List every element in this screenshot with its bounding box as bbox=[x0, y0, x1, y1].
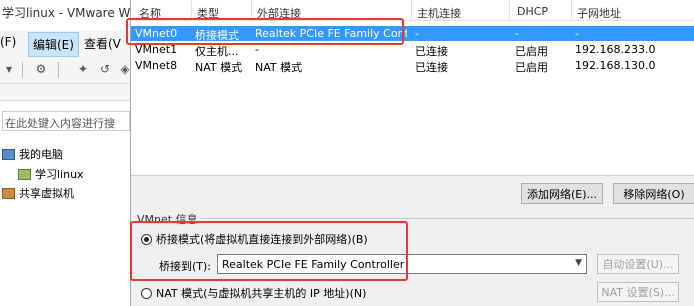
table-row[interactable]: VMnet0 桥接模式 Realtek PCIe FE Family Cont.… bbox=[131, 26, 694, 42]
table-row[interactable]: VMnet1 仅主机... - 已连接 已启用 192.168.233.0 bbox=[131, 42, 694, 58]
bridged-mode-label: 桥接模式(将虚拟机直接连接到外部网络)(B) bbox=[156, 233, 368, 246]
toolbar-separator bbox=[58, 62, 59, 78]
nat-settings-button[interactable]: NAT 设置(S)... bbox=[597, 282, 679, 302]
bridged-mode-radio[interactable]: 桥接模式(将虚拟机直接连接到外部网络)(B) bbox=[141, 231, 368, 247]
radio-indicator[interactable] bbox=[141, 287, 152, 299]
vm-settings-icon[interactable]: ⚙ bbox=[32, 60, 50, 78]
tree-label: 共享虚拟机 bbox=[19, 187, 74, 200]
column-header-host[interactable]: 主机连接 bbox=[417, 5, 461, 21]
vm-icon bbox=[18, 168, 31, 180]
toolbar-separator bbox=[22, 62, 23, 78]
nat-mode-label: NAT 模式(与虚拟机共享主机的 IP 地址)(N) bbox=[156, 287, 367, 300]
column-divider bbox=[191, 0, 192, 21]
auto-settings-button[interactable]: 自动设置(U)... bbox=[597, 254, 679, 274]
column-header-name[interactable]: 名称 bbox=[139, 5, 195, 21]
column-header-subnet[interactable]: 子网地址 bbox=[577, 5, 621, 21]
tree-label: 学习linux bbox=[35, 166, 84, 182]
cell-external: Realtek PCIe FE Family Cont... bbox=[255, 27, 407, 40]
bridge-adapter-value: Realtek PCIe FE Family Controller bbox=[222, 258, 405, 271]
table-header: 名称 类型 外部连接 主机连接 DHCP 子网地址 bbox=[131, 0, 694, 21]
dropdown-arrow-icon[interactable]: ▾ bbox=[0, 60, 18, 78]
tree-label: 我的电脑 bbox=[19, 148, 63, 161]
column-divider bbox=[251, 0, 252, 21]
remove-network-button[interactable]: 移除网络(O) bbox=[613, 183, 694, 204]
cell-host: 已连接 bbox=[415, 45, 448, 58]
cell-external: NAT 模式 bbox=[255, 61, 303, 74]
shared-vm-icon bbox=[2, 187, 15, 199]
cell-subnet: 192.168.233.0 bbox=[575, 43, 656, 56]
menu-view[interactable]: 查看(V bbox=[84, 35, 121, 52]
column-header-type[interactable]: 类型 bbox=[197, 5, 219, 21]
network-table[interactable]: 名称 类型 外部连接 主机连接 DHCP 子网地址 VMnet0 桥接模式 Re… bbox=[131, 0, 694, 176]
radio-indicator[interactable] bbox=[141, 233, 152, 245]
library-panel: 在此处键入内容进行搜 我的电脑 学习linux 共享虚拟机 bbox=[0, 100, 130, 306]
library-search-input[interactable]: 在此处键入内容进行搜 bbox=[2, 111, 130, 131]
cell-host: 已连接 bbox=[415, 61, 448, 74]
computer-icon bbox=[2, 148, 15, 160]
menu-edit[interactable]: 编辑(E) bbox=[28, 32, 79, 57]
column-header-dhcp[interactable]: DHCP bbox=[517, 5, 548, 18]
table-row[interactable]: VMnet8 NAT 模式 NAT 模式 已连接 已启用 192.168.130… bbox=[131, 58, 694, 74]
revert-snapshot-icon[interactable]: ↺ bbox=[96, 60, 114, 78]
column-divider bbox=[411, 0, 412, 21]
cell-dhcp: 已启用 bbox=[515, 45, 548, 58]
column-divider bbox=[509, 0, 510, 21]
cell-name: VMnet0 bbox=[135, 27, 178, 40]
menu-file[interactable]: (F) bbox=[0, 35, 16, 49]
nat-mode-radio[interactable]: NAT 模式(与虚拟机共享主机的 IP 地址)(N) bbox=[141, 285, 366, 301]
chevron-down-icon: ▼ bbox=[575, 258, 582, 268]
cell-name: VMnet8 bbox=[135, 59, 178, 72]
window-title: 学习linux - VMware W bbox=[0, 0, 130, 30]
tree-item-shared-vms[interactable]: 共享虚拟机 bbox=[2, 185, 74, 201]
cell-name: VMnet1 bbox=[135, 43, 178, 56]
cell-type: 桥接模式 bbox=[195, 29, 239, 42]
add-network-button[interactable]: 添加网络(E)... bbox=[521, 183, 603, 204]
cell-host: - bbox=[415, 27, 419, 40]
vmnet-info-group-label: VMnet 信息 bbox=[137, 213, 198, 226]
cell-type: NAT 模式 bbox=[195, 61, 243, 74]
toolbar: ▾ ⚙ ✦ ↺ ◈ bbox=[0, 56, 130, 84]
cell-subnet: 192.168.130.0 bbox=[575, 59, 656, 72]
bridge-adapter-select[interactable]: Realtek PCIe FE Family Controller ▼ bbox=[217, 254, 587, 274]
cell-subnet: - bbox=[575, 27, 579, 40]
cell-external: - bbox=[255, 43, 259, 56]
cell-dhcp: 已启用 bbox=[515, 61, 548, 74]
cell-dhcp: - bbox=[515, 27, 519, 40]
group-divider bbox=[201, 218, 694, 219]
column-header-external[interactable]: 外部连接 bbox=[257, 5, 301, 21]
virtual-network-editor: 名称 类型 外部连接 主机连接 DHCP 子网地址 VMnet0 桥接模式 Re… bbox=[130, 0, 694, 306]
tree-item-my-computer[interactable]: 我的电脑 bbox=[2, 146, 63, 162]
cell-type: 仅主机... bbox=[195, 45, 239, 58]
menu-bar: (F) 编辑(E) 查看(V bbox=[0, 31, 130, 57]
bridge-to-label: 桥接到(T): bbox=[159, 260, 212, 273]
vmware-main-window: 学习linux - VMware W (F) 编辑(E) 查看(V ▾ ⚙ ✦ … bbox=[0, 0, 130, 306]
column-divider bbox=[571, 0, 572, 21]
snapshot-icon[interactable]: ✦ bbox=[74, 60, 92, 78]
tree-item-vm[interactable]: 学习linux bbox=[18, 166, 84, 182]
